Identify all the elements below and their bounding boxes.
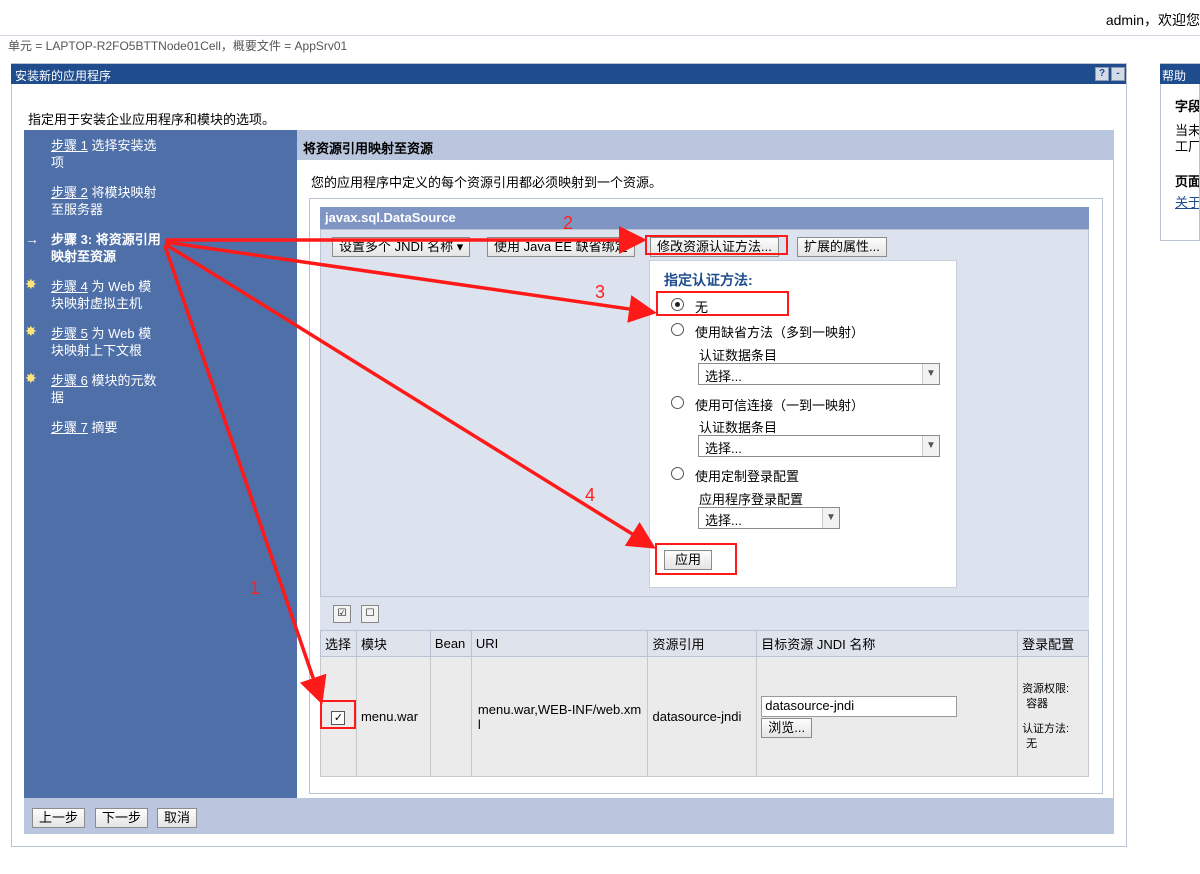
- annotation-number-1: 1: [250, 578, 261, 598]
- annotation-number-3: 3: [595, 282, 606, 302]
- annotation-arrows: [163, 226, 657, 705]
- annotation-number-2: 2: [563, 213, 574, 233]
- arrow-to-none-option: [164, 240, 657, 323]
- arrow-to-checkbox: [163, 245, 327, 705]
- arrow-to-apply: [164, 242, 656, 549]
- annotation-number-4: 4: [585, 485, 596, 505]
